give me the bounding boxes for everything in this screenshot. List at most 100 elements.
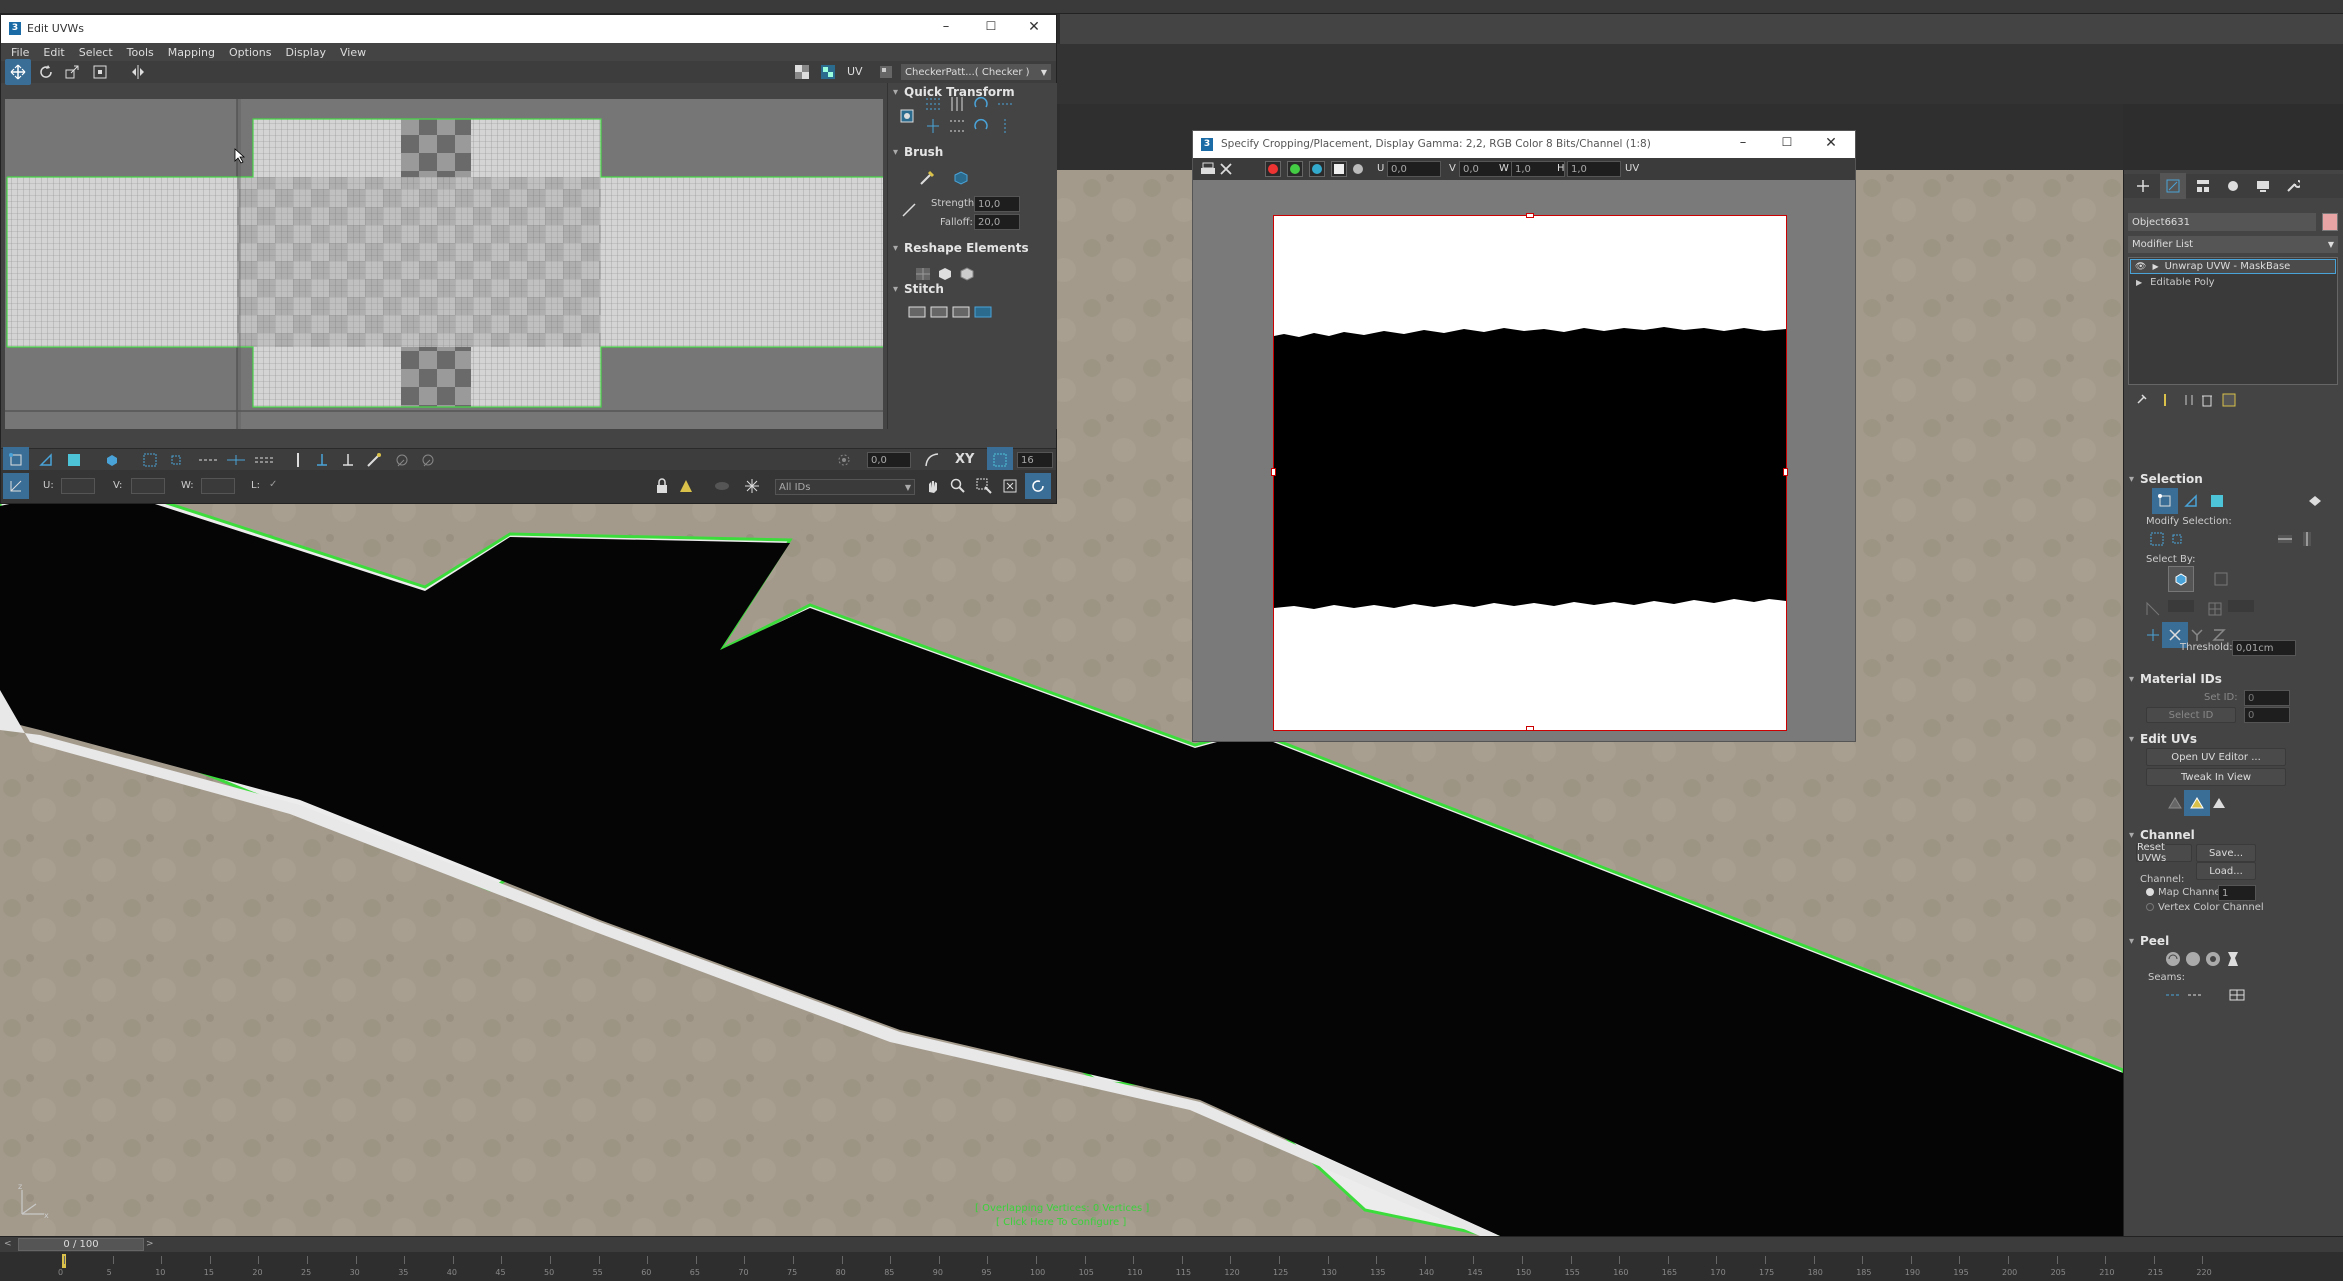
expand-arrow-icon[interactable]: ▶	[2136, 278, 2142, 287]
menu-file[interactable]: File	[11, 46, 29, 59]
freeform-icon[interactable]	[87, 59, 113, 85]
close-button[interactable]: ✕	[1024, 19, 1044, 39]
view-toggle-icon[interactable]	[1025, 473, 1051, 499]
create-tab-icon[interactable]	[2130, 173, 2156, 199]
crop-handle-bottom[interactable]	[1526, 726, 1534, 731]
vertex-color-radio[interactable]	[2146, 903, 2154, 911]
align-v-icon[interactable]	[920, 113, 946, 139]
show-end-result-icon[interactable]	[2152, 387, 2178, 413]
lock-checkbox[interactable]: ✓	[269, 479, 277, 490]
alpha-channel-button[interactable]	[1331, 161, 1347, 177]
absolute-mode-icon[interactable]	[3, 473, 29, 499]
modify-tab-icon[interactable]	[2160, 173, 2186, 199]
modifier-list-dropdown[interactable]: Modifier List ▼	[2128, 236, 2338, 253]
stack-item-editable-poly[interactable]: ▶ Editable Poly	[2130, 275, 2336, 290]
set-id-field[interactable]: 0	[2244, 690, 2290, 706]
select-overlap-icon[interactable]	[2208, 566, 2234, 592]
mirror-icon[interactable]	[125, 59, 151, 85]
pin-peel-icon[interactable]	[2220, 946, 2246, 972]
uv-toggle[interactable]: UV	[1625, 163, 1639, 174]
freeze-icon[interactable]	[739, 473, 765, 499]
pan-icon[interactable]	[919, 473, 945, 499]
menu-mapping[interactable]: Mapping	[168, 46, 215, 59]
menu-tools[interactable]: Tools	[127, 46, 154, 59]
xy-label[interactable]: XY	[955, 452, 974, 467]
select-flipped-field[interactable]	[2168, 600, 2194, 612]
show-icon[interactable]	[709, 473, 735, 499]
material-ids-title[interactable]: Material IDs	[2124, 670, 2343, 688]
mono-button[interactable]	[1353, 164, 1363, 174]
v-field[interactable]	[131, 478, 165, 494]
stitch-title[interactable]: Stitch	[888, 280, 1057, 298]
quick-map-icon[interactable]	[2206, 790, 2232, 816]
quick-transform-icon[interactable]	[894, 103, 920, 129]
lock-icon[interactable]	[649, 473, 675, 499]
texture-dropdown[interactable]: CheckerPatt...( Checker ) ▼	[901, 64, 1051, 80]
display-tab-icon[interactable]	[2250, 173, 2276, 199]
time-slider[interactable]: < 0 / 100 >	[0, 1236, 2343, 1252]
options-icon[interactable]	[873, 59, 899, 85]
map-channel-radio[interactable]	[2146, 888, 2154, 896]
open-uv-editor-button[interactable]: Open UV Editor ...	[2146, 748, 2286, 766]
selection-rollout-title[interactable]: Selection	[2124, 470, 2343, 488]
w-field[interactable]	[201, 478, 235, 494]
brush-line-icon[interactable]	[896, 197, 922, 223]
green-channel-button[interactable]	[1287, 161, 1303, 177]
hierarchy-tab-icon[interactable]	[2190, 173, 2216, 199]
select-by-element-icon[interactable]	[2168, 566, 2194, 592]
configure-sets-icon[interactable]	[2216, 387, 2242, 413]
element-select-icon[interactable]	[2302, 488, 2328, 514]
threshold-field[interactable]: 0,01cm	[2232, 640, 2296, 656]
mask-image[interactable]	[1271, 213, 1788, 731]
map-channel-field[interactable]: 1	[2218, 885, 2256, 901]
edit-uvs-title[interactable]: Edit UVs	[2124, 730, 2343, 748]
seam-loop-icon[interactable]	[2182, 982, 2208, 1008]
uvw-titlebar[interactable]: 3 Edit UVWs – ☐ ✕	[1, 15, 1056, 43]
tweak-in-view-button[interactable]: Tweak In View	[2146, 768, 2286, 786]
falloff-field[interactable]: 20,0	[974, 214, 1020, 230]
zoom-region-icon[interactable]	[971, 473, 997, 499]
shrink-selection-icon[interactable]	[2164, 526, 2190, 552]
move-icon[interactable]	[5, 59, 31, 85]
crop-handle-top[interactable]	[1526, 213, 1534, 218]
reshape-elements-title[interactable]: Reshape Elements	[888, 239, 1057, 257]
menu-view[interactable]: View	[340, 46, 366, 59]
minimize-button[interactable]: –	[936, 19, 956, 39]
close-button[interactable]: ✕	[1821, 135, 1841, 155]
show-map-icon[interactable]	[815, 59, 841, 85]
rotate-angle-field[interactable]: 0,0	[867, 452, 911, 468]
select-angle-icon[interactable]	[2202, 596, 2228, 622]
save-button[interactable]: Save...	[2196, 844, 2256, 862]
zoom-extents-icon[interactable]	[997, 473, 1023, 499]
vertex-select-icon[interactable]	[2152, 488, 2178, 514]
paint-brush-icon[interactable]	[914, 165, 940, 191]
edge-select-icon[interactable]	[2178, 488, 2204, 514]
motion-tab-icon[interactable]	[2220, 173, 2246, 199]
configure-link[interactable]: [ Click Here To Configure ]	[996, 1217, 1126, 1228]
object-name-field[interactable]: Object6631	[2128, 213, 2316, 231]
maximize-button[interactable]: ☐	[981, 19, 1001, 39]
crop-handle-right[interactable]	[1783, 468, 1788, 476]
h-size-field[interactable]: 1,0	[1567, 161, 1621, 177]
zoom-icon[interactable]	[945, 473, 971, 499]
relax-brush-icon[interactable]	[948, 165, 974, 191]
stack-item-unwrap[interactable]: 👁 ▶ Unwrap UVW - MaskBase	[2130, 259, 2336, 274]
scale-icon[interactable]	[59, 59, 85, 85]
uv-canvas[interactable]	[5, 99, 883, 429]
expand-arrow-icon[interactable]: ▶	[2152, 262, 2158, 271]
menu-display[interactable]: Display	[285, 46, 326, 59]
menu-select[interactable]: Select	[79, 46, 113, 59]
frame-slider-thumb[interactable]: 0 / 100	[18, 1238, 144, 1251]
hide-icon[interactable]	[673, 473, 699, 499]
red-channel-button[interactable]	[1265, 161, 1281, 177]
space-v-icon[interactable]	[944, 113, 970, 139]
stitch-custom-icon[interactable]	[970, 299, 996, 325]
next-frame-button[interactable]: >	[146, 1239, 158, 1251]
brush-title[interactable]: Brush	[888, 143, 1057, 161]
pin-stack-icon[interactable]	[2128, 387, 2154, 413]
crop-handle-left[interactable]	[1271, 468, 1276, 476]
checker-toggle-icon[interactable]	[789, 59, 815, 85]
object-color-swatch[interactable]	[2322, 213, 2338, 231]
clear-icon[interactable]	[1213, 156, 1239, 182]
timeline-track[interactable]: 0 5 10 15 20 25 30 35 40 45 50 55 60 65 70 75 80 85 90 95 10…	[0, 1252, 2343, 1281]
